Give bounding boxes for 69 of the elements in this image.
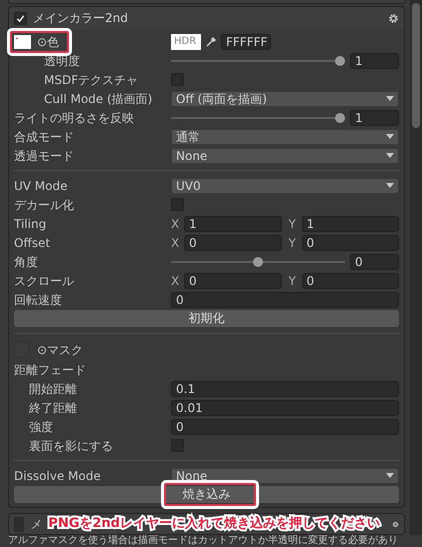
axis-label: X bbox=[171, 234, 180, 252]
axis-label: X bbox=[171, 216, 180, 232]
dropdown[interactable]: Off (両面を描画) bbox=[171, 90, 399, 106]
settings-icon[interactable] bbox=[392, 518, 399, 530]
property-label: 裏面を影にする bbox=[29, 438, 113, 454]
hex-field[interactable]: FFFFFF bbox=[221, 34, 271, 50]
texture-swatch[interactable] bbox=[14, 34, 31, 48]
description-text: アルファマスクを使う場合は描画モードはカットアウトか半透明に変更する必要があり bbox=[8, 535, 399, 547]
dropdown-arrow-icon bbox=[386, 96, 394, 101]
value-field[interactable]: 0 bbox=[302, 234, 399, 250]
dropdown[interactable]: UV0 bbox=[171, 178, 399, 194]
slider-thumb[interactable] bbox=[335, 112, 345, 122]
property-label: MSDFテクスチャ bbox=[44, 72, 138, 88]
dropdown-arrow-icon bbox=[386, 183, 394, 188]
value-field[interactable]: 0 bbox=[350, 254, 399, 270]
dropdown[interactable]: None bbox=[171, 148, 399, 164]
value-field[interactable]: 0 bbox=[184, 272, 282, 288]
value-field[interactable]: 0 bbox=[184, 234, 282, 250]
slider-thumb[interactable] bbox=[335, 56, 345, 66]
dropdown-arrow-icon bbox=[386, 473, 394, 478]
property-label: ⊙マスク bbox=[37, 342, 84, 358]
dropdown[interactable]: None bbox=[171, 468, 399, 484]
property-label: 強度 bbox=[29, 418, 53, 436]
slider-thumb[interactable] bbox=[253, 256, 263, 266]
value-field[interactable]: 1 bbox=[302, 216, 399, 232]
property-label: 距離フェード bbox=[14, 362, 86, 378]
property-label: 透過モード bbox=[14, 148, 74, 164]
section-title: メ bbox=[30, 516, 42, 533]
property-label: スクロール bbox=[14, 272, 74, 290]
section-header[interactable]: メ PNGを2ndレイヤーに入れて焼き込みを押してください bbox=[8, 513, 405, 535]
property-label: 回転速度 bbox=[14, 292, 62, 308]
checkbox[interactable] bbox=[14, 12, 27, 24]
axis-label: Y bbox=[288, 234, 297, 252]
checkmark-icon bbox=[16, 14, 25, 22]
value-field[interactable]: 0.1 bbox=[171, 380, 399, 396]
scrollbar[interactable] bbox=[410, 0, 422, 535]
value-field[interactable]: 1 bbox=[350, 52, 399, 68]
axis-label: Y bbox=[288, 272, 297, 290]
value-field[interactable]: 0 bbox=[171, 418, 399, 434]
callout-text: PNGを2ndレイヤーに入れて焼き込みを押してください bbox=[48, 514, 380, 534]
property-label: Offset bbox=[14, 234, 50, 252]
section-title: メインカラー2nd bbox=[33, 10, 129, 27]
value-field[interactable]: 0.01 bbox=[171, 400, 399, 416]
property-label: 合成モード bbox=[14, 128, 74, 146]
settings-icon[interactable] bbox=[388, 12, 399, 24]
eyedropper-icon[interactable] bbox=[205, 36, 217, 48]
bake-button[interactable]: 焼き込み bbox=[14, 486, 399, 503]
value-field[interactable]: 1 bbox=[184, 216, 282, 232]
dropdown-arrow-icon bbox=[386, 153, 394, 158]
property-label: 角度 bbox=[14, 254, 38, 270]
property-label: ⊙色 bbox=[37, 34, 60, 50]
section-header[interactable]: メインカラー2nd bbox=[9, 7, 404, 29]
value-field[interactable]: 1 bbox=[350, 110, 399, 126]
axis-label: X bbox=[171, 272, 180, 290]
property-label: 終了距離 bbox=[29, 400, 77, 416]
dropdown[interactable]: 通常 bbox=[171, 128, 399, 144]
property-label: UV Mode bbox=[14, 178, 68, 194]
property-label: Cull Mode (描画面) bbox=[44, 90, 152, 108]
property-label: デカール化 bbox=[14, 196, 74, 214]
dropdown-arrow-icon bbox=[386, 134, 394, 139]
reset-button[interactable]: 初期化 bbox=[14, 310, 399, 327]
property-label: ライトの明るさを反映 bbox=[14, 110, 134, 126]
property-label: 開始距離 bbox=[29, 380, 77, 398]
axis-label: Y bbox=[288, 216, 297, 232]
property-label: Tiling bbox=[14, 216, 46, 232]
value-field[interactable]: 0 bbox=[302, 272, 399, 288]
value-field[interactable]: 0 bbox=[171, 292, 399, 308]
property-label: Dissolve Mode bbox=[14, 468, 101, 484]
color-field[interactable]: HDR bbox=[171, 34, 201, 50]
